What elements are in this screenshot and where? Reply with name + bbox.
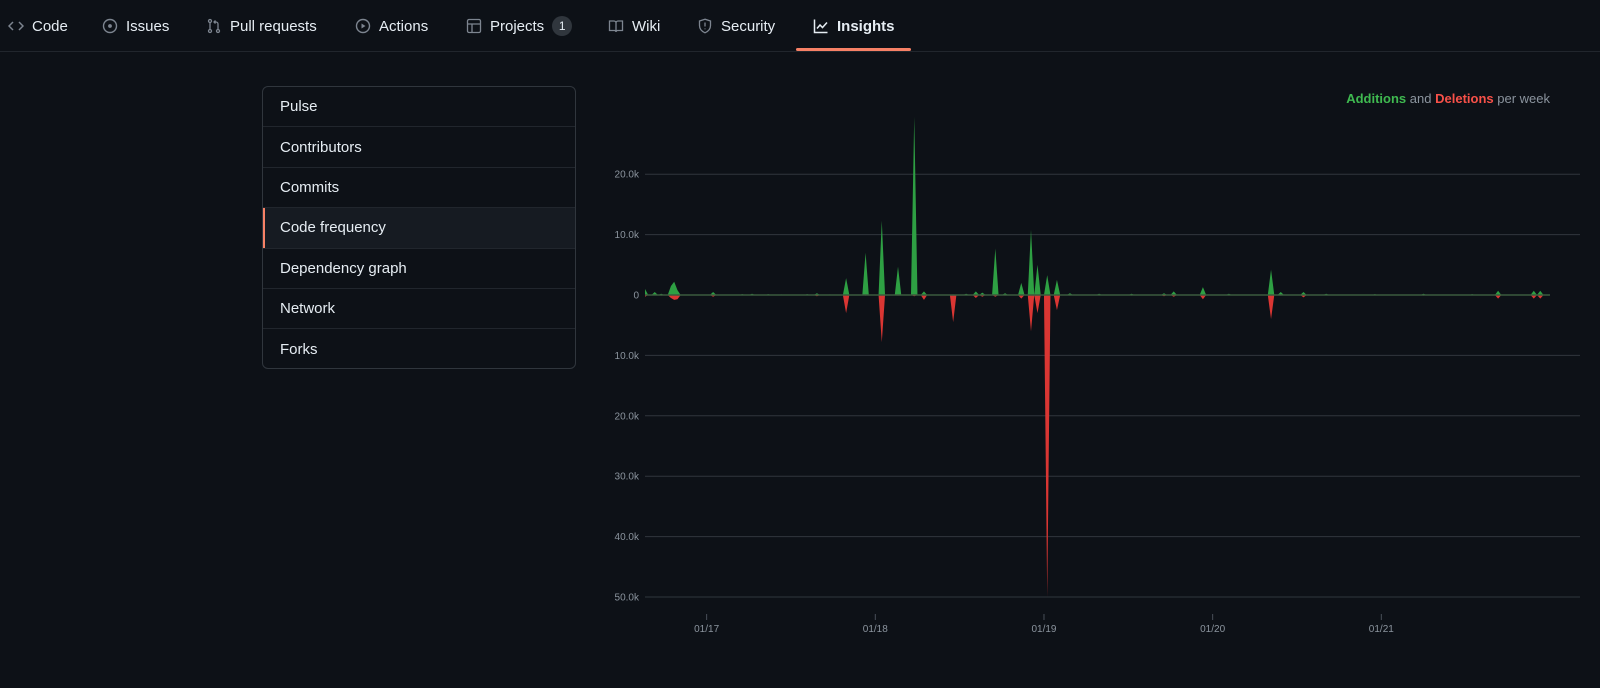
- graph-icon: [813, 18, 829, 34]
- tab-actions[interactable]: Actions: [355, 0, 428, 52]
- tab-label: Issues: [126, 17, 170, 35]
- insights-menu: Pulse Contributors Commits Code frequenc…: [262, 86, 576, 369]
- menu-item-contributors[interactable]: Contributors: [263, 127, 575, 168]
- tab-label: Actions: [379, 17, 429, 35]
- grid-lines: [645, 173, 1580, 598]
- y-tick-label: 10.0k: [615, 351, 640, 362]
- menu-item-forks[interactable]: Forks: [263, 329, 575, 368]
- menu-item-network[interactable]: Network: [263, 289, 575, 330]
- tab-label: Projects: [490, 17, 545, 35]
- tab-label: Wiki: [632, 17, 661, 35]
- tab-code[interactable]: Code: [8, 0, 68, 52]
- code-frequency-chart: 20.0k 10.0k 0 10.0k 20.0k 30.0k 40.0k 50.0k 01/…: [615, 116, 1580, 635]
- tab-label: Insights: [837, 17, 895, 35]
- menu-item-commits[interactable]: Commits: [263, 168, 575, 209]
- y-tick-label: 30.0k: [615, 472, 640, 483]
- tab-label: Code: [32, 17, 68, 35]
- book-icon: [608, 18, 624, 34]
- y-axis-ticks: 20.0k 10.0k 0 10.0k 20.0k 30.0k 40.0k 50.0k: [615, 170, 640, 604]
- repo-nav: Code Issues Pull requests Actions Projec…: [0, 0, 1600, 52]
- additions-area: [645, 116, 1550, 295]
- tab-label: Security: [721, 17, 776, 35]
- menu-item-dependency-graph[interactable]: Dependency graph: [263, 249, 575, 289]
- tab-issues[interactable]: Issues: [102, 0, 169, 52]
- code-icon: [8, 18, 24, 34]
- issue-opened-icon: [102, 18, 118, 34]
- y-tick-label: 40.0k: [615, 532, 640, 543]
- x-axis-ticks: 01/17 01/18 01/19 01/20 01/21: [694, 614, 1394, 635]
- active-tab-indicator: [796, 48, 911, 51]
- tab-projects[interactable]: Projects 1: [466, 0, 573, 52]
- menu-item-code-frequency[interactable]: Code frequency: [263, 208, 575, 249]
- git-pull-request-icon: [206, 18, 222, 34]
- play-icon: [355, 18, 371, 34]
- shield-icon: [697, 18, 713, 34]
- x-tick-label: 01/17: [694, 624, 719, 635]
- tab-wiki[interactable]: Wiki: [608, 0, 660, 52]
- y-tick-label: 50.0k: [615, 593, 640, 604]
- tab-security[interactable]: Security: [697, 0, 775, 52]
- table-icon: [466, 18, 482, 34]
- tab-pull-requests[interactable]: Pull requests: [206, 0, 317, 52]
- x-tick-label: 01/21: [1369, 624, 1394, 635]
- x-tick-label: 01/20: [1200, 624, 1225, 635]
- x-tick-label: 01/18: [863, 624, 888, 635]
- y-tick-label: 10.0k: [615, 230, 640, 241]
- y-tick-label: 20.0k: [615, 170, 640, 181]
- y-tick-label: 20.0k: [615, 411, 640, 422]
- projects-counter: 1: [552, 16, 573, 36]
- tab-insights[interactable]: Insights: [813, 0, 895, 52]
- y-tick-label: 0: [633, 291, 639, 302]
- tab-label: Pull requests: [230, 17, 317, 35]
- menu-item-pulse[interactable]: Pulse: [263, 87, 575, 128]
- deletions-area: [645, 295, 1550, 597]
- x-tick-label: 01/19: [1031, 624, 1056, 635]
